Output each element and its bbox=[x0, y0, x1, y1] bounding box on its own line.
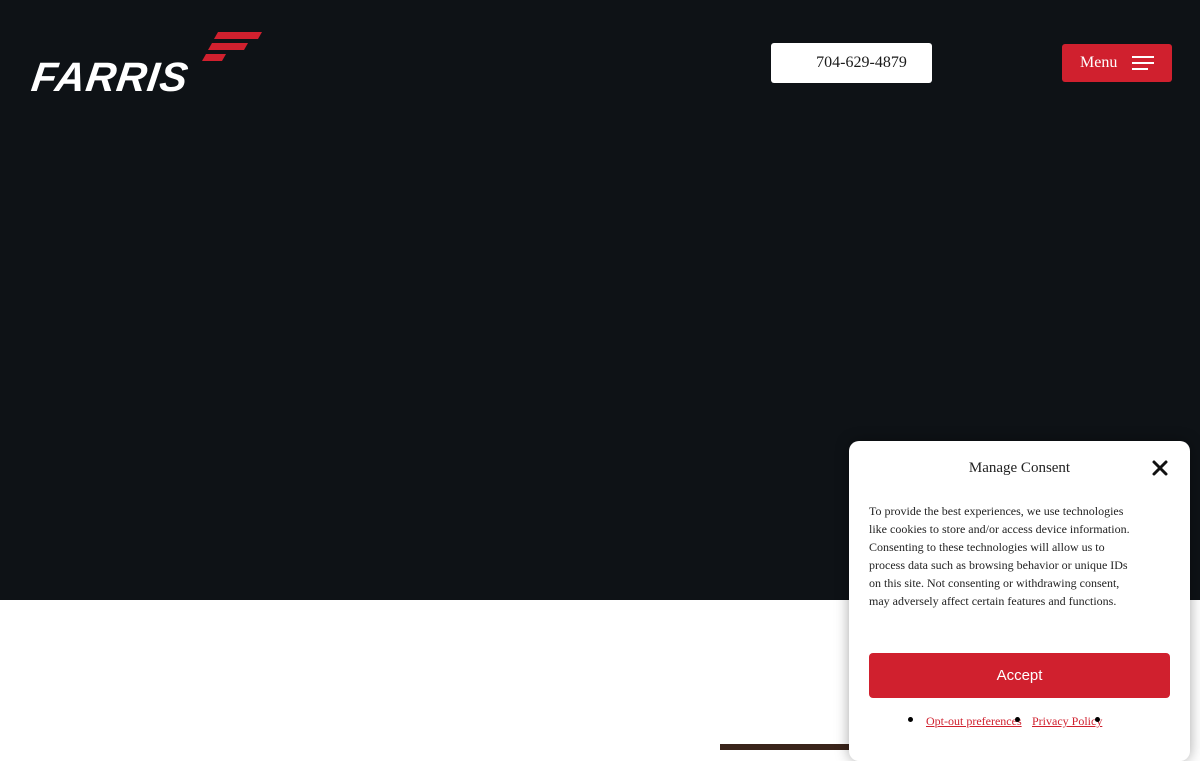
logo-wordmark: FARRIS bbox=[28, 54, 192, 100]
farris-logo-mark-icon bbox=[202, 32, 262, 61]
privacy-policy-link[interactable]: Privacy Policy bbox=[1032, 712, 1102, 730]
accept-button[interactable]: Accept bbox=[869, 653, 1170, 698]
phone-button[interactable]: 704-629-4879 bbox=[771, 43, 932, 83]
menu-button[interactable]: Menu bbox=[1062, 44, 1172, 82]
accept-button-label: Accept bbox=[996, 667, 1043, 684]
consent-dialog: Manage Consent To provide the best exper… bbox=[849, 441, 1190, 761]
hamburger-menu-icon bbox=[1132, 56, 1154, 70]
phone-number-label: 704-629-4879 bbox=[816, 54, 907, 71]
list-bullet bbox=[1015, 717, 1020, 722]
content-image-edge bbox=[720, 744, 849, 750]
list-bullet bbox=[1095, 717, 1100, 722]
opt-out-preferences-link[interactable]: Opt-out preferences bbox=[926, 712, 1022, 730]
list-bullet bbox=[908, 717, 913, 722]
close-icon[interactable] bbox=[1151, 459, 1169, 477]
menu-button-label: Menu bbox=[1080, 54, 1118, 71]
consent-title: Manage Consent bbox=[968, 460, 1071, 476]
consent-links: Opt-out preferences Privacy Policy bbox=[905, 712, 1165, 732]
consent-description: To provide the best experiences, we use … bbox=[869, 504, 1130, 608]
farris-logo[interactable]: FARRIS bbox=[28, 30, 262, 100]
